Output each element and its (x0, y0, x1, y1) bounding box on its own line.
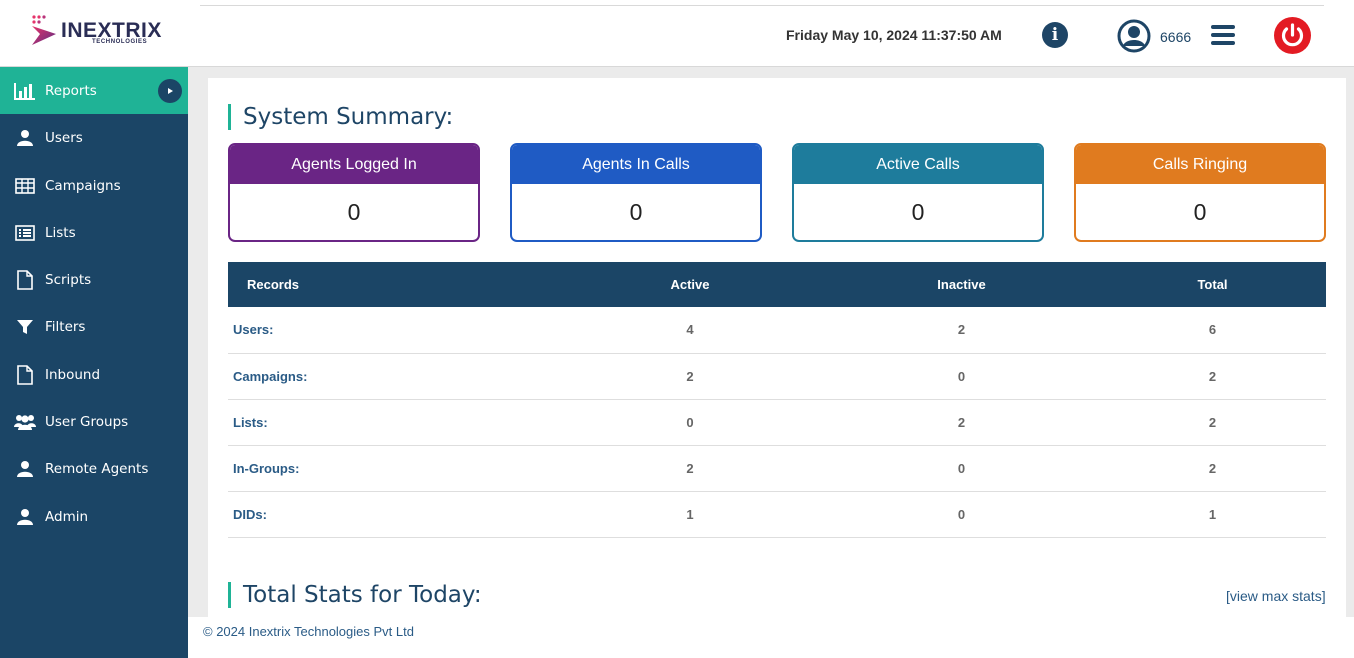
filter-icon (14, 316, 36, 338)
sidebar-item-label: Admin (45, 508, 89, 525)
file-icon (14, 269, 36, 291)
cell-inactive: 0 (824, 445, 1099, 492)
column-header-records: Records (228, 262, 556, 307)
records-summary-table: Records Active Inactive Total Users: 4 2… (228, 262, 1326, 538)
sidebar-item-label: Remote Agents (45, 460, 149, 477)
user-account-icon[interactable] (1117, 19, 1151, 53)
row-label[interactable]: Users: (228, 307, 556, 354)
sidebar-item-admin[interactable]: Admin (0, 493, 188, 540)
power-logout-icon[interactable] (1274, 17, 1311, 54)
cell-inactive: 0 (824, 491, 1099, 538)
top-header: INEXTRIX TECHNOLOGIES Friday May 10, 202… (0, 0, 1354, 67)
system-summary-title: System Summary: (228, 104, 453, 130)
info-icon[interactable]: i (1042, 22, 1068, 48)
column-header-inactive: Inactive (824, 262, 1099, 307)
cell-total: 2 (1099, 353, 1326, 400)
sidebar-item-scripts[interactable]: Scripts (0, 256, 188, 303)
card-value: 0 (629, 198, 643, 225)
bar-chart-icon (14, 80, 36, 102)
column-header-active: Active (556, 262, 824, 307)
row-label[interactable]: In-Groups: (228, 445, 556, 492)
sidebar-nav: Reports Users Campaigns Lists Scripts Fi… (0, 67, 188, 658)
column-header-total: Total (1099, 262, 1326, 307)
sidebar-item-label: Lists (45, 224, 76, 241)
table-row: In-Groups: 2 0 2 (228, 445, 1326, 492)
card-agents-logged-in: Agents Logged In 0 (228, 143, 480, 242)
table-row: DIDs: 1 0 1 (228, 491, 1326, 538)
card-calls-ringing: Calls Ringing 0 (1074, 143, 1326, 242)
table-row: Users: 4 2 6 (228, 307, 1326, 354)
sidebar-item-lists[interactable]: Lists (0, 209, 188, 256)
user-icon (14, 458, 36, 480)
sidebar-item-reports[interactable]: Reports (0, 67, 188, 114)
table-header-row: Records Active Inactive Total (228, 262, 1326, 307)
total-stats-title: Total Stats for Today: (228, 582, 482, 608)
sidebar-item-label: Reports (45, 82, 97, 99)
cell-inactive: 2 (824, 399, 1099, 446)
sidebar-item-label: Users (45, 129, 83, 146)
users-icon (14, 411, 36, 433)
card-value: 0 (347, 198, 361, 225)
cell-active: 2 (556, 445, 824, 492)
list-icon (14, 222, 36, 244)
current-datetime: Friday May 10, 2024 11:37:50 AM (786, 27, 1002, 43)
sidebar-toggle-play-icon[interactable] (158, 79, 182, 103)
footer: © 2024 Inextrix Technologies Pvt Ltd (188, 617, 1354, 658)
table-icon (14, 175, 36, 197)
user-icon (14, 127, 36, 149)
company-logo[interactable]: INEXTRIX TECHNOLOGIES (30, 12, 170, 48)
sidebar-item-label: Filters (45, 318, 86, 335)
cell-total: 2 (1099, 399, 1326, 446)
cell-total: 6 (1099, 307, 1326, 354)
hamburger-menu-icon[interactable] (1211, 25, 1235, 45)
card-value: 0 (911, 198, 925, 225)
cell-active: 2 (556, 353, 824, 400)
card-value: 0 (1193, 198, 1207, 225)
cell-total: 1 (1099, 491, 1326, 538)
card-label: Agents In Calls (512, 145, 760, 184)
sidebar-item-label: Inbound (45, 366, 101, 383)
logo-subtext: TECHNOLOGIES (92, 39, 148, 45)
sidebar-item-users[interactable]: Users (0, 114, 188, 161)
sidebar-item-campaigns[interactable]: Campaigns (0, 162, 188, 209)
card-label: Active Calls (794, 145, 1042, 184)
cell-active: 4 (556, 307, 824, 354)
cell-active: 1 (556, 491, 824, 538)
sidebar-item-label: Campaigns (45, 177, 121, 194)
card-label: Agents Logged In (230, 145, 478, 184)
logo-mark-icon (32, 15, 56, 45)
row-label[interactable]: Campaigns: (228, 353, 556, 400)
sidebar-item-remote-agents[interactable]: Remote Agents (0, 445, 188, 492)
table-row: Campaigns: 2 0 2 (228, 353, 1326, 400)
card-active-calls: Active Calls 0 (792, 143, 1044, 242)
sidebar-item-user-groups[interactable]: User Groups (0, 398, 188, 445)
file-icon (14, 364, 36, 386)
sidebar-item-inbound[interactable]: Inbound (0, 351, 188, 398)
sidebar-item-label: User Groups (45, 413, 129, 430)
cell-active: 0 (556, 399, 824, 446)
view-max-stats-link[interactable]: [view max stats] (1226, 588, 1326, 604)
table-row: Lists: 0 2 2 (228, 399, 1326, 446)
cell-total: 2 (1099, 445, 1326, 492)
sidebar-item-filters[interactable]: Filters (0, 303, 188, 350)
card-label: Calls Ringing (1076, 145, 1324, 184)
header-divider (200, 5, 1324, 6)
cell-inactive: 2 (824, 307, 1099, 354)
user-icon (14, 506, 36, 528)
card-agents-in-calls: Agents In Calls 0 (510, 143, 762, 242)
row-label[interactable]: Lists: (228, 399, 556, 446)
user-extension[interactable]: 6666 (1160, 29, 1191, 45)
sidebar-item-label: Scripts (45, 271, 92, 288)
cell-inactive: 0 (824, 353, 1099, 400)
copyright-text: © 2024 Inextrix Technologies Pvt Ltd (203, 624, 414, 639)
row-label[interactable]: DIDs: (228, 491, 556, 538)
